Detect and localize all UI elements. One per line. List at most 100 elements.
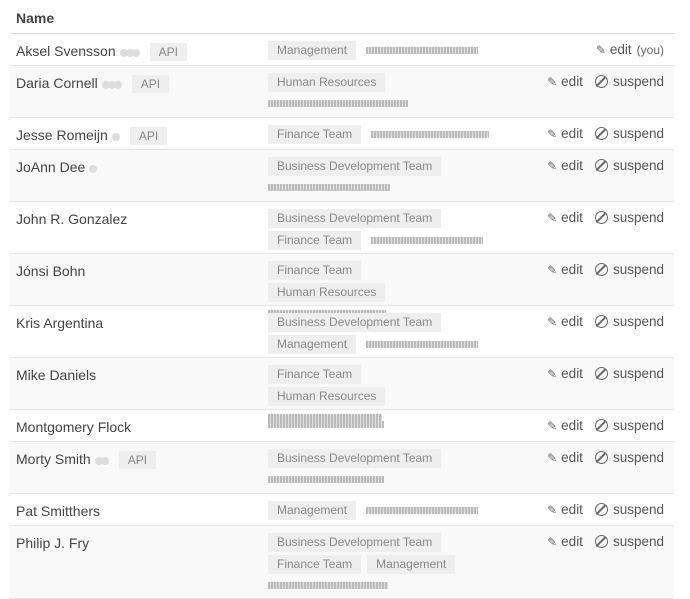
edit-button[interactable]: ✎ edit bbox=[547, 366, 583, 381]
team-tag: Management bbox=[268, 501, 357, 520]
suspend-button[interactable]: suspend bbox=[594, 126, 664, 141]
edit-button[interactable]: ✎ edit bbox=[547, 502, 583, 517]
team-tags: Business Development Team Management bbox=[268, 312, 518, 356]
user-name-text: Jesse Romeijn bbox=[16, 127, 108, 143]
edit-button[interactable]: ✎ edit bbox=[547, 450, 583, 465]
ban-icon bbox=[594, 535, 608, 548]
status-dot bbox=[113, 81, 122, 90]
user-name: JoAnn Dee bbox=[16, 159, 98, 176]
team-tag: Human Resources bbox=[268, 73, 386, 92]
suspend-button[interactable]: suspend bbox=[594, 366, 664, 381]
edit-button[interactable]: ✎ edit bbox=[547, 210, 583, 225]
row-actions: ✎ edit suspend bbox=[535, 534, 664, 549]
status-dots bbox=[101, 76, 122, 92]
suspend-button[interactable]: suspend bbox=[594, 210, 664, 225]
table-row: Jónsi Bohn Finance Team Human Resources ✎ ed… bbox=[10, 254, 674, 317]
edit-button[interactable]: ✎ edit bbox=[547, 314, 583, 329]
edit-label: edit bbox=[561, 502, 583, 517]
suspend-button[interactable]: suspend bbox=[594, 418, 664, 433]
user-name: Daria Cornell API bbox=[16, 75, 170, 94]
user-name: Montgomery Flock bbox=[16, 419, 131, 435]
team-tag: Finance Team bbox=[268, 555, 362, 574]
user-name-text: John R. Gonzalez bbox=[16, 211, 128, 227]
status-dot bbox=[100, 457, 109, 466]
row-actions: ✎ edit suspend bbox=[535, 314, 664, 329]
edit-label: edit bbox=[561, 158, 583, 173]
row-actions: ✎ edit suspend bbox=[535, 502, 664, 517]
suspend-button[interactable]: suspend bbox=[594, 502, 664, 517]
pencil-icon: ✎ bbox=[595, 43, 606, 57]
table-row: Daria Cornell API Human Resources ✎ edit susp… bbox=[10, 66, 674, 118]
email-redacted bbox=[366, 506, 479, 514]
team-tag: Business Development Team bbox=[268, 157, 442, 176]
status-dots bbox=[94, 452, 109, 468]
api-badge: API bbox=[149, 43, 187, 62]
suspend-button[interactable]: suspend bbox=[594, 74, 664, 89]
user-name-text: Aksel Svensson bbox=[16, 43, 116, 59]
team-tag: Finance Team bbox=[268, 261, 362, 280]
edit-button[interactable]: ✎ edit bbox=[547, 262, 583, 277]
table-row: JoAnn Dee Business Development Team ✎ edit s… bbox=[10, 150, 674, 202]
team-tag: Business Development Team bbox=[268, 313, 442, 332]
edit-button[interactable]: ✎ edit bbox=[547, 126, 583, 141]
edit-label: edit bbox=[609, 42, 632, 57]
suspend-button[interactable]: suspend bbox=[594, 314, 664, 329]
row-actions: ✎ edit suspend bbox=[535, 210, 664, 225]
api-badge: API bbox=[118, 451, 157, 470]
suspend-label: suspend bbox=[612, 314, 664, 329]
api-badge: API bbox=[131, 75, 170, 94]
ban-icon bbox=[594, 263, 608, 276]
ban-icon bbox=[594, 367, 608, 380]
user-name: John R. Gonzalez bbox=[16, 211, 127, 227]
status-dots bbox=[89, 160, 98, 176]
edit-label: edit bbox=[561, 314, 583, 329]
edit-label: edit bbox=[561, 450, 583, 465]
email-redacted bbox=[371, 236, 484, 244]
user-name-text: Pat Smitthers bbox=[16, 503, 101, 519]
user-name: Pat Smitthers bbox=[16, 503, 100, 519]
suspend-button[interactable]: suspend bbox=[594, 262, 664, 277]
team-tag: Business Development Team bbox=[268, 533, 442, 552]
pencil-icon: ✎ bbox=[547, 75, 558, 89]
user-name: Aksel Svensson API bbox=[16, 43, 187, 62]
suspend-button[interactable]: suspend bbox=[594, 158, 664, 173]
suspend-button[interactable]: suspend bbox=[594, 450, 664, 465]
row-actions: ✎ edit suspend bbox=[535, 158, 664, 173]
suspend-button[interactable]: suspend bbox=[594, 534, 664, 549]
user-name-text: Jónsi Bohn bbox=[16, 263, 86, 279]
suspend-label: suspend bbox=[612, 158, 664, 173]
users-table: Name Aksel Svensson API Management ✎ edit (yo… bbox=[10, 0, 674, 599]
edit-label: edit bbox=[561, 74, 583, 89]
ban-icon bbox=[594, 75, 608, 88]
suspend-label: suspend bbox=[612, 126, 664, 141]
edit-label: edit bbox=[561, 262, 583, 277]
team-tag: Business Development Team bbox=[268, 209, 442, 228]
email-redacted bbox=[268, 184, 390, 191]
row-actions: ✎ edit suspend bbox=[535, 74, 664, 89]
status-dots bbox=[119, 44, 140, 60]
suspend-label: suspend bbox=[612, 262, 664, 277]
user-name-text: Morty Smith bbox=[16, 451, 91, 467]
pencil-icon: ✎ bbox=[547, 451, 558, 465]
edit-button[interactable]: ✎ edit bbox=[547, 74, 583, 89]
you-indicator: (you) bbox=[636, 43, 664, 57]
email-redacted bbox=[268, 421, 384, 428]
team-tags: Management bbox=[268, 40, 518, 62]
row-actions: ✎ edit suspend bbox=[535, 126, 664, 141]
status-dot bbox=[131, 49, 140, 58]
suspend-label: suspend bbox=[612, 366, 664, 381]
user-name: Philip J. Fry bbox=[16, 535, 89, 551]
edit-button[interactable]: ✎ edit bbox=[596, 42, 632, 57]
edit-button[interactable]: ✎ edit bbox=[547, 158, 583, 173]
status-dots bbox=[111, 128, 120, 144]
api-badge: API bbox=[129, 127, 168, 146]
status-dot bbox=[111, 133, 120, 142]
pencil-icon: ✎ bbox=[547, 159, 558, 173]
edit-button[interactable]: ✎ edit bbox=[547, 418, 583, 433]
table-row: Kris Argentina Business Development Team M… bbox=[10, 306, 674, 358]
row-actions: ✎ edit (you) bbox=[584, 42, 664, 57]
edit-button[interactable]: ✎ edit bbox=[547, 534, 583, 549]
table-row: Pat Smitthers Management ✎ edit suspend bbox=[10, 494, 674, 526]
edit-label: edit bbox=[561, 210, 583, 225]
email-redacted bbox=[366, 46, 479, 54]
